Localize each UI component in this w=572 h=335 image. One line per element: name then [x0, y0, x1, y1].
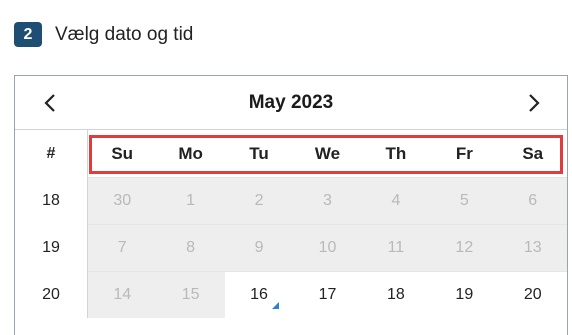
- calendar-day-disabled: 7: [88, 225, 157, 271]
- calendar-day-disabled: 8: [156, 225, 225, 271]
- weekday-tuesday: Tu: [249, 143, 269, 163]
- weekday-monday: Mo: [178, 143, 203, 163]
- weekday-sunday: Su: [111, 143, 134, 163]
- calendar-day-disabled: 1: [156, 178, 225, 224]
- weekday-friday: Fr: [455, 143, 473, 163]
- calendar-day[interactable]: 18: [361, 272, 431, 318]
- calendar-day-disabled: 3: [293, 178, 362, 224]
- step-header: 2 Vælg dato og tid: [14, 22, 193, 47]
- week-row: 18 30 1 2 3 4 5 6: [15, 177, 567, 224]
- calendar-day-disabled: 15: [156, 272, 225, 318]
- weekday-thursday: Th: [385, 143, 407, 163]
- calendar-day-disabled: 6: [498, 178, 567, 224]
- chevron-left-icon: [44, 93, 55, 112]
- calendar-day-disabled: 5: [430, 178, 499, 224]
- calendar-day[interactable]: 19: [430, 272, 499, 318]
- month-label: May 2023: [248, 91, 334, 113]
- next-month-button[interactable]: [509, 76, 559, 129]
- step-number-badge: 2: [14, 22, 42, 47]
- calendar-day-disabled: 13: [498, 225, 567, 271]
- calendar-day-today[interactable]: 16: [224, 272, 294, 318]
- week-number: 19: [15, 224, 88, 271]
- calendar-day-disabled: 10: [293, 225, 362, 271]
- week-row: 20 14 15 16 17 18 19 20: [15, 271, 567, 318]
- calendar-day-disabled: 2: [224, 178, 294, 224]
- step-title: Vælg dato og tid: [55, 23, 194, 45]
- chevron-right-icon: [529, 93, 540, 112]
- weekday-saturday: Sa: [522, 143, 544, 163]
- calendar-day[interactable]: 17: [293, 272, 362, 318]
- calendar-header: May 2023: [15, 76, 567, 130]
- week-row: 19 7 8 9 10 11 12 13: [15, 224, 567, 271]
- calendar-day-disabled: 30: [88, 178, 157, 224]
- calendar-day-disabled: 9: [224, 225, 294, 271]
- calendar-day[interactable]: 20: [498, 272, 567, 318]
- week-number: 18: [15, 177, 88, 224]
- calendar-day-label: 16: [250, 286, 268, 303]
- calendar-day-disabled: 11: [361, 225, 431, 271]
- week-number: 20: [15, 271, 88, 318]
- calendar-grid: # Su Mo Tu We Th Fr Sa 18 30 1 2 3 4 5 6: [15, 130, 567, 318]
- calendar-day-disabled: 14: [88, 272, 157, 318]
- calendar-day-disabled: 12: [430, 225, 499, 271]
- today-marker-icon: [272, 302, 280, 309]
- calendar-day-disabled: 4: [361, 178, 431, 224]
- weekday-wednesday: We: [314, 143, 341, 163]
- week-number-header: #: [15, 130, 88, 177]
- date-picker-calendar: May 2023 # Su Mo Tu We Th Fr Sa 18 30 1: [14, 75, 568, 335]
- prev-month-button[interactable]: [25, 76, 75, 129]
- weekday-header-row: # Su Mo Tu We Th Fr Sa: [15, 130, 567, 177]
